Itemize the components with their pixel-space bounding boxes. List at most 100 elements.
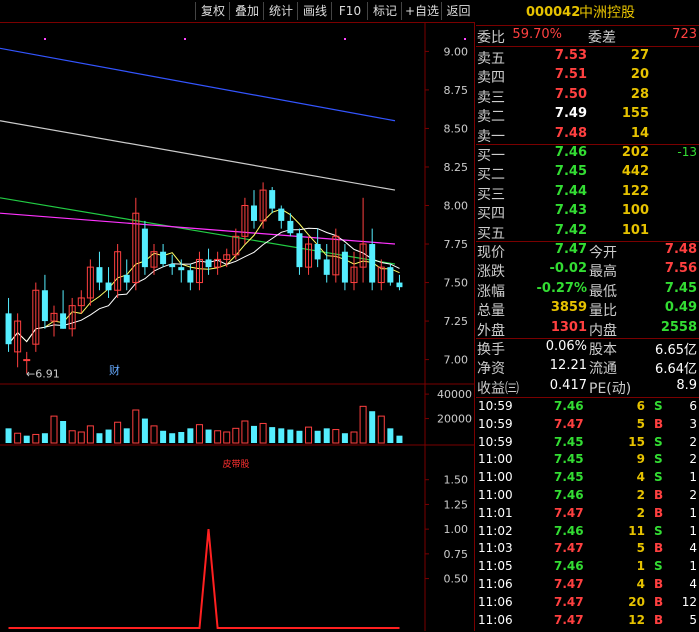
tick-volume: 9: [636, 452, 645, 467]
tick-price: 7.46: [554, 399, 584, 413]
tick-side: S: [654, 434, 663, 449]
candle-body: [23, 359, 31, 362]
bid-price: 7.44: [554, 183, 587, 199]
tick-time: 11:01: [478, 505, 513, 520]
tick-time: 11:06: [478, 612, 513, 627]
tick-count: 12: [681, 594, 697, 609]
tick-price: 7.47: [554, 505, 584, 520]
quote-row: 外盘 1301 内盘 2558: [476, 320, 699, 339]
bid-price: 7.42: [554, 222, 587, 238]
quote-value: 1301: [550, 319, 587, 335]
quote-value: 7.45: [664, 280, 697, 296]
y-tick-label: 1.25: [444, 498, 469, 511]
tick-row: 10:59 7.45 15 S 2: [476, 435, 699, 454]
panel-divider: [474, 22, 475, 631]
quote-label: 涨幅: [477, 283, 505, 300]
tick-row: 11:00 7.46 2 B 2: [476, 488, 699, 507]
bid-volume: 100: [621, 203, 649, 219]
moving-average-line: [8, 227, 400, 345]
tick-price: 7.47: [554, 416, 584, 431]
tick-side: S: [654, 523, 663, 538]
tick-price: 7.47: [554, 612, 584, 627]
commission-row: 委比 59.70% 委差 723: [476, 27, 699, 46]
ask-label: 卖四: [477, 70, 505, 87]
bid-row: 买四 7.43 100: [476, 203, 699, 222]
tick-count: 1: [689, 523, 697, 538]
volume-bar: [187, 428, 194, 443]
tick-price: 7.46: [554, 523, 584, 538]
tick-count: 2: [689, 434, 697, 449]
tick-side: B: [654, 612, 664, 627]
tick-row: 11:02 7.46 11 S 1: [476, 524, 699, 543]
tick-count: 4: [689, 577, 697, 591]
tick-time: 11:00: [478, 452, 513, 467]
tick-side: B: [654, 594, 664, 609]
volume-bar: [114, 421, 122, 444]
tick-volume: 12: [628, 612, 645, 627]
quote-row: 涨跌 -0.02 最高 7.56: [476, 261, 699, 280]
ask-row: 卖三 7.50 28: [476, 87, 699, 106]
ask-volume: 155: [621, 106, 649, 122]
volume-bar: [332, 429, 340, 444]
ask-volume: 28: [630, 86, 649, 102]
tick-count: 1: [689, 505, 697, 520]
tick-time: 11:05: [478, 559, 513, 574]
tick-side: B: [654, 488, 664, 502]
tick-row: 11:03 7.47 5 B 4: [476, 541, 699, 560]
ask-price: 7.48: [554, 125, 587, 141]
candle-body: [60, 313, 67, 329]
quote-value: -0.02: [549, 261, 587, 277]
quote-label: 总量: [477, 303, 505, 320]
quote-row: 涨幅 -0.27% 最低 7.45: [476, 281, 699, 300]
y-tick-label: 7.75: [444, 238, 469, 251]
quote-row: 总量 3859 量比 0.49: [476, 300, 699, 319]
volume-bar: [350, 431, 358, 444]
volume-bar: [359, 405, 367, 444]
chart-area: 9.00 8.75 8.50 8.25 8.00 7.75 7.50 7.25 7.00 ←6.9…: [0, 22, 474, 631]
candle-body: [251, 205, 257, 221]
volume-bar: [77, 431, 85, 444]
candle-body: [205, 259, 212, 268]
bid-label: 买二: [477, 167, 505, 184]
ask-price: 7.51: [554, 67, 587, 83]
stats-row: 收益㈢ 0.417 PE(动) 8.9: [476, 378, 699, 397]
candle-body: [41, 290, 48, 322]
tick-price: 7.46: [554, 488, 584, 502]
tick-row: 11:00 7.45 9 S 2: [476, 452, 699, 471]
volume-bar: [14, 432, 22, 444]
volume-bar: [5, 428, 12, 443]
tick-side: S: [654, 470, 663, 485]
event-dot: [464, 38, 466, 40]
tick-volume: 4: [636, 577, 645, 591]
tick-count: 6: [689, 399, 697, 413]
volume-bar: [396, 435, 403, 443]
bid-volume: 202: [621, 145, 649, 160]
moving-average-line: [0, 120, 396, 191]
volume-bar: [68, 430, 76, 444]
tick-row: 11:01 7.47 2 B 1: [476, 506, 699, 525]
volume-bar: [178, 432, 185, 443]
candle-body: [369, 244, 376, 283]
stats-label: 净资: [477, 361, 505, 378]
tick-volume: 4: [636, 470, 645, 485]
volume-bar: [132, 409, 140, 444]
volume-bar: [241, 420, 249, 444]
y-tick-label: 0.75: [444, 548, 469, 561]
volume-bar: [223, 431, 231, 444]
tick-count: 5: [689, 612, 697, 627]
tick-price: 7.46: [554, 559, 584, 574]
quote-label: 内盘: [589, 322, 617, 339]
tick-time: 11:06: [478, 594, 513, 609]
ask-row: 卖五 7.53 27: [476, 48, 699, 67]
indicator-line: [8, 529, 400, 629]
tick-volume: 5: [636, 541, 645, 556]
volume-bar: [50, 415, 58, 444]
stats-label: 流通: [589, 361, 617, 378]
volume-bar: [369, 411, 376, 443]
quote-label: 现价: [477, 245, 505, 261]
tick-side: S: [654, 399, 663, 413]
stats-value: 6.64亿: [655, 362, 697, 378]
volume-bar: [32, 433, 40, 444]
volume-bar: [41, 433, 48, 443]
tick-volume: 1: [636, 559, 645, 574]
